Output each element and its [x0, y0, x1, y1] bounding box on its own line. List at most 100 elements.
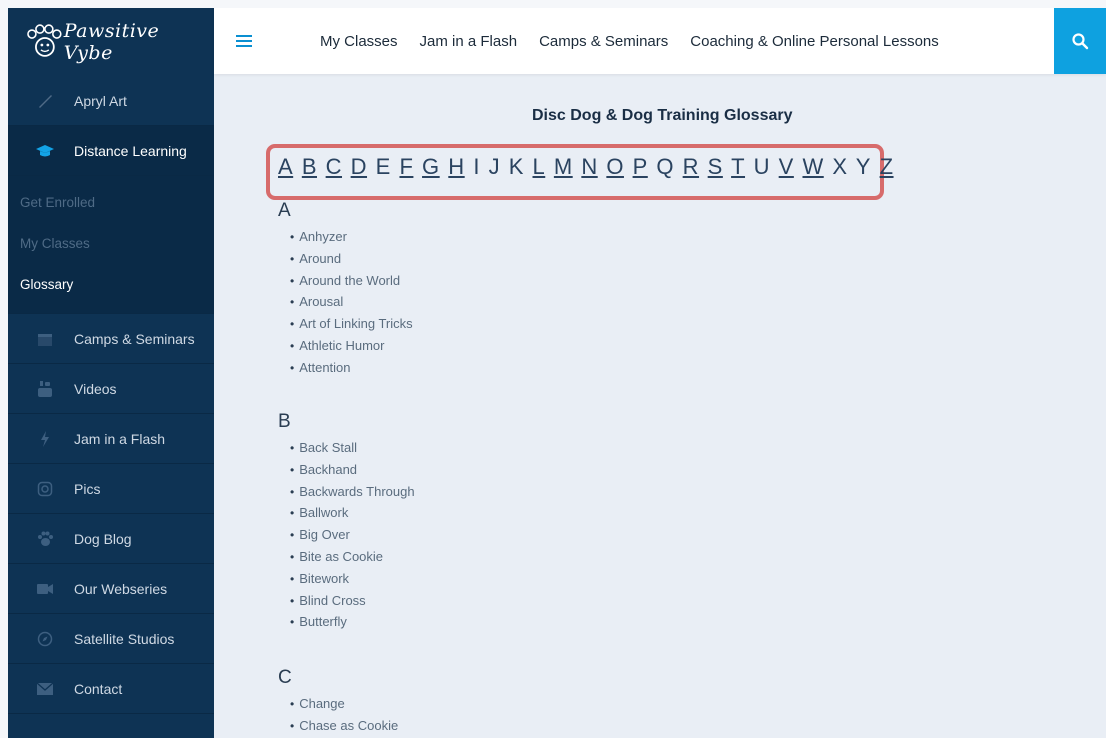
graduation-cap-icon	[34, 142, 56, 160]
sidebar-item-label: Dog Blog	[74, 530, 132, 547]
glossary-term-link[interactable]: Change	[290, 693, 398, 715]
sidebar-item-label: Pics	[74, 480, 101, 497]
alphabet-letter-a[interactable]: A	[278, 154, 293, 179]
term-list-c: ChangeChase as Cookie	[290, 693, 398, 737]
page: Pawsitive Vybe Apryl Art Distance Learni…	[8, 8, 1106, 738]
alphabet-letter-e: E	[375, 154, 391, 179]
brush-icon	[34, 92, 56, 110]
alphabet-letter-p[interactable]: P	[633, 154, 648, 179]
main-content: Disc Dog & Dog Training Glossary A B C D…	[214, 74, 1106, 738]
glossary-term-link[interactable]: Art of Linking Tricks	[290, 313, 412, 335]
glossary-term-link[interactable]: Arousal	[290, 291, 413, 313]
sidebar-item-distance-learning[interactable]: Distance Learning	[8, 126, 214, 176]
paw-logo-icon	[27, 24, 62, 57]
sidebar-item-videos[interactable]: Videos	[8, 364, 214, 414]
alphabet-letter-o[interactable]: O	[606, 154, 624, 179]
glossary-term-link[interactable]: Bitework	[290, 568, 415, 590]
sidebar-submenu: Get Enrolled My Classes Glossary	[8, 176, 214, 314]
alphabet-letter-w[interactable]: W	[802, 154, 823, 179]
sidebar-item-label: Videos	[74, 380, 117, 397]
paw-icon	[34, 530, 56, 548]
glossary-term-link[interactable]: Butterfly	[290, 611, 415, 633]
sidebar-item-contact[interactable]: Contact	[8, 664, 214, 714]
alphabet-letter-h[interactable]: H	[448, 154, 464, 179]
alphabet-letter-g[interactable]: G	[422, 154, 440, 179]
alphabet-letter-l[interactable]: L	[533, 154, 546, 179]
hamburger-menu-icon[interactable]	[236, 32, 252, 50]
glossary-term-link[interactable]: Athletic Humor	[290, 335, 413, 357]
alphabet-index: A B C D E F G H I J K L M N O P Q R S T …	[278, 154, 896, 180]
alphabet-letter-n[interactable]: N	[581, 154, 597, 179]
section-heading-b: B	[278, 411, 291, 432]
alphabet-letter-m[interactable]: M	[554, 154, 573, 179]
alphabet-letter-d[interactable]: D	[351, 154, 367, 179]
sidebar-item-label: Distance Learning	[74, 142, 187, 159]
glossary-term-link[interactable]: Anhyzer	[290, 226, 413, 248]
alphabet-letter-y: Y	[855, 154, 871, 179]
top-link-my-classes[interactable]: My Classes	[320, 33, 398, 50]
alphabet-letter-k: K	[508, 154, 524, 179]
alphabet-letter-r[interactable]: R	[683, 154, 699, 179]
sidebar-item-dog-blog[interactable]: Dog Blog	[8, 514, 214, 564]
alphabet-letter-z[interactable]: Z	[880, 154, 894, 179]
logo[interactable]: Pawsitive Vybe	[8, 8, 214, 76]
alphabet-letter-i: I	[473, 154, 480, 179]
sidebar-item-label: Apryl Art	[74, 92, 127, 109]
sidebar-item-label: Jam in a Flash	[74, 430, 166, 447]
term-list-b: Back StallBackhandBackwards ThroughBallw…	[290, 437, 415, 633]
glossary-term-link[interactable]: Backhand	[290, 459, 415, 481]
youtube-icon	[34, 380, 56, 398]
submenu-item-get-enrolled[interactable]: Get Enrolled	[8, 182, 214, 223]
envelope-icon	[34, 680, 56, 698]
section-heading-c: C	[278, 667, 292, 688]
alphabet-letter-s[interactable]: S	[708, 154, 723, 179]
sidebar-item-jam-in-a-flash[interactable]: Jam in a Flash	[8, 414, 214, 464]
calendar-icon	[34, 330, 56, 348]
sidebar-item-label: Our Webseries	[74, 580, 168, 597]
alphabet-letter-c[interactable]: C	[326, 154, 342, 179]
glossary-term-link[interactable]: Bite as Cookie	[290, 546, 415, 568]
sidebar-item-satellite-studios[interactable]: Satellite Studios	[8, 614, 214, 664]
sidebar-item-label: Satellite Studios	[74, 630, 175, 647]
search-button[interactable]	[1054, 8, 1106, 74]
logo-text: Pawsitive Vybe	[63, 20, 160, 64]
search-icon	[1072, 33, 1089, 50]
glossary-term-link[interactable]: Around	[290, 248, 413, 270]
compass-icon	[34, 630, 56, 648]
sidebar-item-label: Camps & Seminars	[74, 330, 195, 347]
instagram-icon	[34, 480, 56, 498]
alphabet-letter-t[interactable]: T	[731, 154, 745, 179]
glossary-term-link[interactable]: Back Stall	[290, 437, 415, 459]
page-title: Disc Dog & Dog Training Glossary	[532, 107, 793, 124]
glossary-term-link[interactable]: Chase as Cookie	[290, 715, 398, 737]
term-list-a: AnhyzerAroundAround the WorldArousalArt …	[290, 226, 413, 379]
submenu-item-glossary[interactable]: Glossary	[8, 264, 214, 305]
alphabet-letter-q: Q	[656, 154, 675, 179]
sidebar: Pawsitive Vybe Apryl Art Distance Learni…	[8, 8, 214, 738]
sidebar-item-our-webseries[interactable]: Our Webseries	[8, 564, 214, 614]
submenu-item-my-classes[interactable]: My Classes	[8, 223, 214, 264]
alphabet-letter-b[interactable]: B	[302, 154, 317, 179]
alphabet-letter-x: X	[832, 154, 848, 179]
alphabet-letter-v[interactable]: V	[779, 154, 794, 179]
lightning-icon	[34, 430, 56, 448]
top-link-camps-seminars[interactable]: Camps & Seminars	[539, 33, 668, 50]
glossary-term-link[interactable]: Backwards Through	[290, 481, 414, 503]
glossary-term-link[interactable]: Around the World	[290, 270, 413, 292]
sidebar-item-pics[interactable]: Pics	[8, 464, 214, 514]
glossary-term-link[interactable]: Blind Cross	[290, 590, 415, 612]
sidebar-item-camps-seminars[interactable]: Camps & Seminars	[8, 314, 214, 364]
glossary-term-link[interactable]: Attention	[290, 357, 413, 379]
glossary-term-link[interactable]: Big Over	[290, 524, 415, 546]
section-heading-a: A	[278, 200, 291, 221]
top-navigation-bar: My Classes Jam in a Flash Camps & Semina…	[214, 8, 1106, 74]
alphabet-letter-u: U	[753, 154, 771, 179]
sidebar-item-label: Contact	[74, 680, 123, 697]
alphabet-letter-f[interactable]: F	[399, 154, 413, 179]
sidebar-item-apryl-art[interactable]: Apryl Art	[8, 76, 214, 126]
video-camera-icon	[34, 580, 56, 598]
alphabet-letter-j: J	[488, 154, 501, 179]
glossary-term-link[interactable]: Ballwork	[290, 502, 415, 524]
top-link-jam-in-a-flash[interactable]: Jam in a Flash	[420, 33, 518, 50]
top-link-coaching[interactable]: Coaching & Online Personal Lessons	[690, 33, 938, 50]
